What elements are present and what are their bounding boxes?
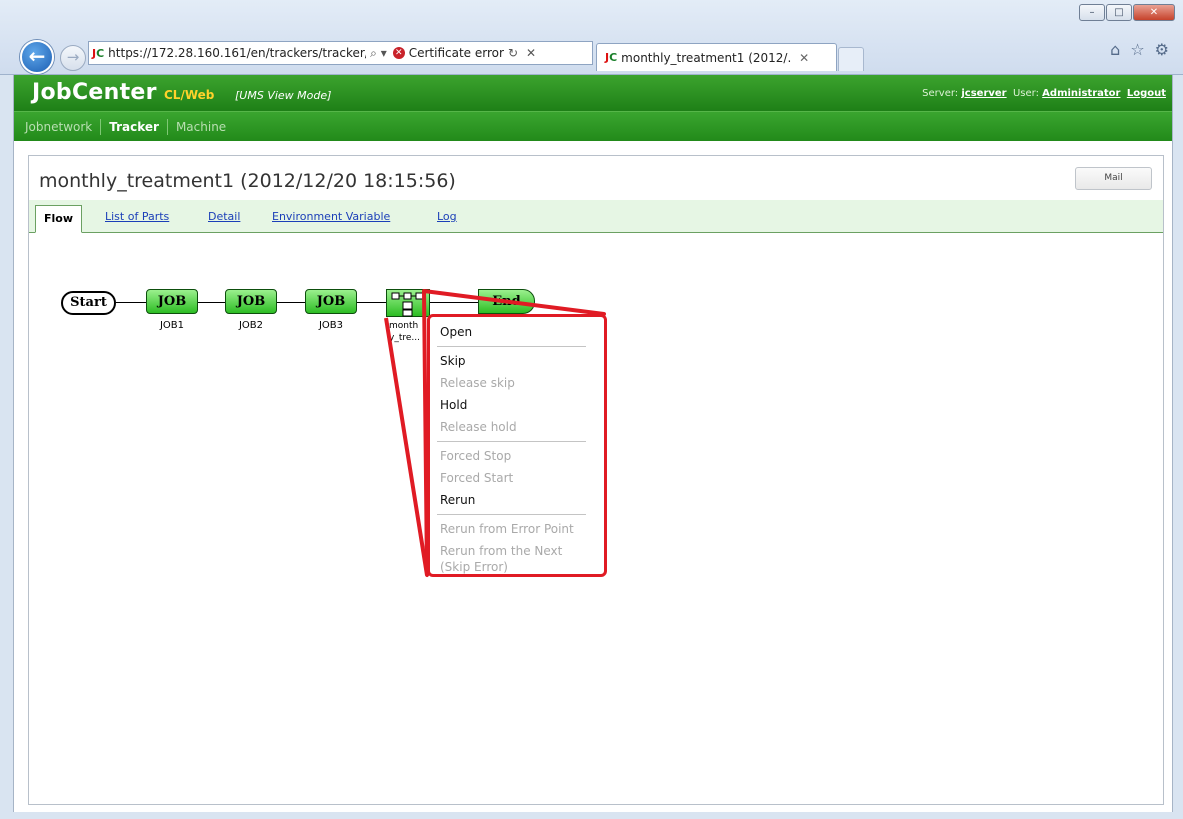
tab-detail[interactable]: Detail [208, 210, 240, 223]
job-label-3: JOB3 [318, 320, 344, 331]
tab-environment-variable[interactable]: Environment Variable [272, 210, 390, 223]
url-text[interactable]: https://172.28.160.161/en/trackers/track… [108, 46, 366, 60]
favorites-star-icon[interactable]: ☆ [1130, 40, 1144, 59]
home-icon[interactable]: ⌂ [1110, 40, 1120, 59]
address-bar[interactable]: JC https://172.28.160.161/en/trackers/tr… [88, 41, 593, 65]
job-node-3[interactable]: JOB [305, 289, 357, 314]
app-header: JobCenter CL/Web [UMS View Mode] Server:… [14, 75, 1172, 111]
end-node[interactable]: End [478, 289, 535, 314]
context-menu-item-skip[interactable]: Skip [430, 350, 604, 372]
forward-button[interactable]: → [60, 45, 86, 71]
tracker-tabs: Flow List of Parts Detail Environment Va… [29, 200, 1163, 233]
certificate-error-text[interactable]: Certificate error [409, 46, 504, 60]
job-node-2[interactable]: JOB [225, 289, 277, 314]
mail-button[interactable]: Mail [1075, 167, 1152, 190]
nav-tracker[interactable]: Tracker [101, 120, 167, 134]
subnetwork-icon [391, 292, 424, 317]
context-menu-item-hold[interactable]: Hold [430, 394, 604, 416]
site-favicon-icon: JC [92, 46, 105, 60]
job-label-1: JOB1 [159, 320, 185, 331]
logout-link[interactable]: Logout [1127, 88, 1166, 99]
window-controls: – □ ✕ [1079, 4, 1175, 21]
menu-separator [437, 346, 586, 347]
menu-separator [437, 441, 586, 442]
context-menu-item-open[interactable]: Open [430, 321, 604, 343]
refresh-icon[interactable]: ↻ [508, 46, 518, 60]
nav-machine[interactable]: Machine [168, 120, 234, 134]
menu-separator [437, 514, 586, 515]
tab-title: monthly_treatment1 (2012/... [621, 50, 792, 65]
job-node-1[interactable]: JOB [146, 289, 198, 314]
subnetwork-label-line2: y_tre... [389, 333, 419, 343]
back-button[interactable]: ← [20, 40, 54, 74]
context-menu-item-release-hold: Release hold [440, 420, 517, 434]
certificate-error-icon[interactable]: ✕ [392, 47, 405, 59]
subnetwork-label: monthl y_tre... [389, 320, 419, 344]
view-mode: [UMS View Mode] [235, 89, 332, 102]
tab-log[interactable]: Log [437, 210, 457, 223]
new-tab-button[interactable] [838, 47, 864, 71]
start-node[interactable]: Start [61, 291, 116, 315]
subnetwork-node[interactable] [386, 289, 430, 317]
page-title: monthly_treatment1 (2012/12/20 18:15:56) [39, 170, 456, 192]
context-menu-item-rerun[interactable]: Rerun [430, 489, 604, 511]
subnetwork-label-line1: monthl [389, 321, 419, 331]
server-link[interactable]: jcserver [961, 88, 1006, 99]
context-menu-item-release-skip: Release skip [440, 376, 515, 390]
tab-close-icon[interactable]: ✕ [799, 51, 809, 65]
search-icon[interactable]: ⌕ ▾ [370, 46, 387, 61]
main-nav: Jobnetwork Tracker Machine [14, 111, 1172, 141]
close-window-button[interactable]: ✕ [1133, 4, 1175, 21]
header-user-info: Server: jcserver User: Administrator Log… [922, 88, 1166, 99]
browser-tools: ⌂ ☆ ⚙ [1110, 40, 1169, 59]
job-label-2: JOB2 [238, 320, 264, 331]
user-label: User: [1012, 88, 1039, 99]
tab-favicon-icon: JC [605, 51, 618, 64]
context-menu: Open Skip Release skip Hold Release hold Forc… [427, 314, 607, 577]
browser-chrome: – □ ✕ ← → JC https://172.28.160.161/en/t… [0, 0, 1183, 75]
user-link[interactable]: Administrator [1042, 88, 1120, 99]
server-label: Server: [922, 88, 959, 99]
tab-list-of-parts[interactable]: List of Parts [105, 210, 169, 223]
maximize-button[interactable]: □ [1106, 4, 1132, 21]
context-menu-item-forced-stop: Forced Stop [440, 449, 512, 463]
minimize-button[interactable]: – [1079, 4, 1105, 21]
context-menu-item-forced-start: Forced Start [440, 471, 514, 485]
settings-gear-icon[interactable]: ⚙ [1155, 40, 1169, 59]
context-menu-item-rerun-from-error-point: Rerun from Error Point [440, 522, 574, 536]
stop-icon[interactable]: ✕ [526, 46, 536, 60]
context-menu-item-skip-error: (Skip Error) [440, 560, 508, 574]
brand-logo: JobCenter [32, 80, 157, 105]
tab-flow[interactable]: Flow [35, 205, 83, 233]
brand-edition: CL/Web [164, 88, 215, 102]
browser-tab[interactable]: JC monthly_treatment1 (2012/... ✕ [596, 43, 837, 71]
nav-jobnetwork[interactable]: Jobnetwork [17, 120, 100, 134]
